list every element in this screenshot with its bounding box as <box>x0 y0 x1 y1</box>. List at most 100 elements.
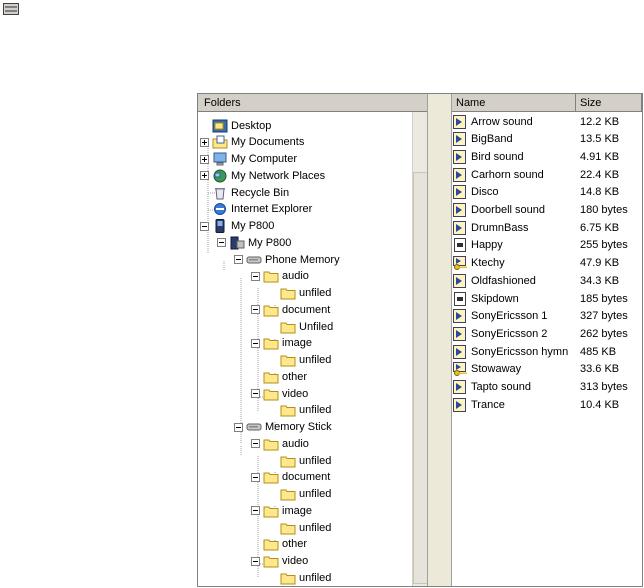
tree-item[interactable]: Phone Memory <box>234 251 340 268</box>
file-size: 22.4 KB <box>580 168 620 181</box>
media-icon <box>452 149 468 164</box>
file-size: 313 bytes <box>580 381 628 393</box>
file-row[interactable]: DrumnBass 6.75 KB <box>452 219 642 236</box>
file-row[interactable]: Happy 255 bytes <box>452 237 642 254</box>
file-row[interactable]: Arrow sound 12.2 KB <box>452 113 642 130</box>
tree-item[interactable]: image <box>251 335 312 352</box>
phone-icon <box>212 219 228 233</box>
file-size: 4.91 KB <box>580 150 620 163</box>
expand-icon[interactable] <box>200 137 209 147</box>
tree-item[interactable]: audio <box>251 435 309 452</box>
tree-item-label: document <box>282 471 331 484</box>
media-icon <box>452 185 468 200</box>
media-icon <box>452 273 468 288</box>
collapse-icon[interactable] <box>251 506 260 516</box>
file-name: Disco <box>471 186 499 199</box>
file-row[interactable]: SonyEricsson hymn 485 KB <box>452 343 642 360</box>
file-size: 6.75 KB <box>580 221 620 234</box>
tree-item[interactable]: unfiled <box>268 486 331 503</box>
expand-icon[interactable] <box>200 171 209 181</box>
tree-item[interactable]: Unfiled <box>268 318 333 335</box>
file-row[interactable]: Skipdown 185 bytes <box>452 290 642 307</box>
tree-item-label: image <box>282 504 312 517</box>
column-header-name[interactable]: Name <box>452 94 576 112</box>
audio-key-icon <box>452 256 468 271</box>
tree-item[interactable]: video <box>251 553 308 570</box>
collapse-icon[interactable] <box>251 439 260 449</box>
file-name: Carhorn sound <box>471 168 544 181</box>
tree-item[interactable]: unfiled <box>268 569 331 586</box>
file-row[interactable]: Ktechy 47.9 KB <box>452 255 642 272</box>
tree-item[interactable]: Internet Explorer <box>200 201 312 218</box>
tree-item[interactable]: video <box>251 385 308 402</box>
file-size: 327 bytes <box>580 310 628 323</box>
tree-item[interactable]: unfiled <box>268 452 331 469</box>
tree-item-label: unfiled <box>299 287 332 299</box>
file-row[interactable]: Doorbell sound 180 bytes <box>452 202 642 219</box>
collapse-icon[interactable] <box>251 556 260 566</box>
column-header-size[interactable]: Size <box>576 94 642 112</box>
file-size: 47.9 KB <box>580 257 620 270</box>
tree-item[interactable]: My P800 <box>200 218 274 235</box>
tree-item[interactable]: other <box>251 368 307 385</box>
collapse-icon[interactable] <box>234 255 243 264</box>
tree-item[interactable]: unfiled <box>268 402 331 419</box>
folder-icon <box>280 521 296 535</box>
tree-item-label: unfiled <box>299 354 332 366</box>
collapse-icon[interactable] <box>200 221 209 231</box>
file-row[interactable]: Disco 14.8 KB <box>452 184 642 201</box>
tree-item[interactable]: image <box>251 502 312 519</box>
collapse-icon[interactable] <box>251 389 260 398</box>
tree-item[interactable]: unfiled <box>268 285 331 302</box>
tree-item-label: audio <box>282 270 309 283</box>
tree-item[interactable]: Desktop <box>200 117 271 134</box>
collapse-icon[interactable] <box>251 472 260 482</box>
tree-item[interactable]: Recycle Bin <box>200 184 289 201</box>
folders-scroll-thumb[interactable] <box>413 172 427 584</box>
phone-device-icon <box>229 236 245 250</box>
folder-icon <box>280 487 296 501</box>
file-row[interactable]: Stowaway 33.6 KB <box>452 361 642 378</box>
file-row[interactable]: BigBand 13.5 KB <box>452 131 642 148</box>
media-icon <box>452 132 468 147</box>
folder-icon <box>263 470 279 484</box>
tree-item[interactable]: unfiled <box>268 519 331 536</box>
collapse-icon[interactable] <box>234 422 243 432</box>
tree-item[interactable]: My Computer <box>200 151 297 168</box>
collapse-icon[interactable] <box>251 305 260 315</box>
collapse-icon[interactable] <box>251 271 260 281</box>
tree-item[interactable]: other <box>251 536 307 553</box>
file-name: Doorbell sound <box>471 204 545 216</box>
folder-icon <box>263 554 279 568</box>
media-icon <box>452 220 468 235</box>
file-size: 262 bytes <box>580 327 628 340</box>
collapse-icon[interactable] <box>251 338 260 348</box>
tree-item[interactable]: unfiled <box>268 352 331 369</box>
tree-item[interactable]: My Network Places <box>200 167 325 184</box>
tree-item[interactable]: document <box>251 469 330 486</box>
file-row[interactable]: SonyEricsson 1 327 bytes <box>452 308 642 325</box>
tree-item[interactable]: audio <box>251 268 309 285</box>
tree-item-label: unfiled <box>299 488 332 500</box>
file-size: 14.8 KB <box>580 186 620 199</box>
collapse-icon[interactable] <box>217 238 226 248</box>
expand-icon[interactable] <box>200 154 209 164</box>
file-row[interactable]: Oldfashioned 34.3 KB <box>452 272 642 289</box>
file-row[interactable]: Tapto sound 313 bytes <box>452 379 642 396</box>
file-size: 255 bytes <box>580 239 628 252</box>
audio-key-icon <box>452 362 468 377</box>
file-size: 185 bytes <box>580 292 628 305</box>
file-row[interactable]: Trance 10.4 KB <box>452 396 642 413</box>
tree-item[interactable]: My P800 <box>217 234 291 251</box>
folders-scrollbar[interactable] <box>412 112 427 586</box>
tree-item[interactable]: My Documents <box>200 134 304 151</box>
file-name: SonyEricsson hymn <box>471 345 569 358</box>
file-row[interactable]: SonyEricsson 2 262 bytes <box>452 325 642 342</box>
my-documents-icon <box>212 135 228 149</box>
file-row[interactable]: Carhorn sound 22.4 KB <box>452 166 642 183</box>
tree-item[interactable]: document <box>251 301 330 318</box>
pane-splitter[interactable] <box>428 94 452 586</box>
tree-item-label: document <box>282 303 331 316</box>
file-row[interactable]: Bird sound 4.91 KB <box>452 148 642 165</box>
tree-item[interactable]: Memory Stick <box>234 419 332 436</box>
